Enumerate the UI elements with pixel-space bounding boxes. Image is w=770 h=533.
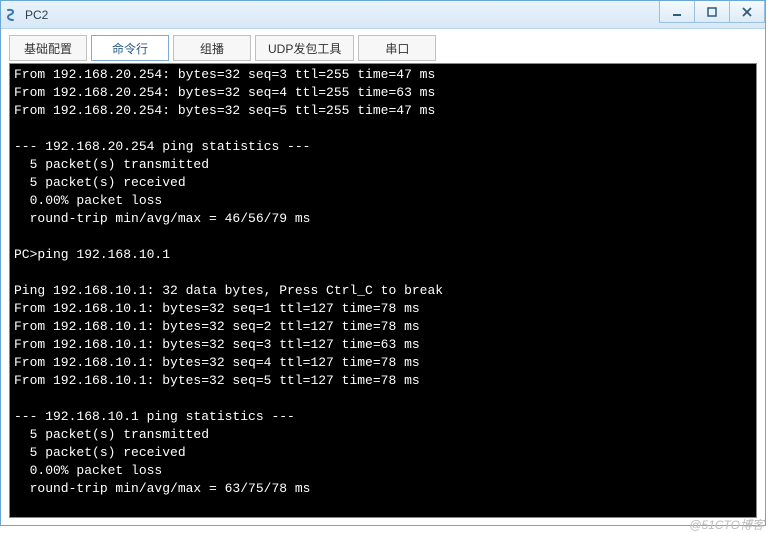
- minimize-button[interactable]: [659, 1, 695, 23]
- tab-multicast[interactable]: 组播: [173, 35, 251, 61]
- tab-command-line[interactable]: 命令行: [91, 35, 169, 61]
- watermark: @51CTO博客: [689, 516, 764, 533]
- window-title: PC2: [25, 8, 660, 22]
- close-icon: [742, 7, 752, 17]
- terminal-output[interactable]: From 192.168.20.254: bytes=32 seq=3 ttl=…: [9, 63, 757, 518]
- maximize-icon: [707, 7, 717, 17]
- tab-basic-config[interactable]: 基础配置: [9, 35, 87, 61]
- tab-serial[interactable]: 串口: [358, 35, 436, 61]
- tab-bar: 基础配置 命令行 组播 UDP发包工具 串口: [1, 29, 765, 61]
- app-icon: [5, 7, 21, 23]
- titlebar: PC2: [1, 1, 765, 29]
- close-button[interactable]: [729, 1, 765, 23]
- tab-udp-tool[interactable]: UDP发包工具: [255, 35, 354, 61]
- window-controls: [660, 1, 765, 28]
- terminal-container: From 192.168.20.254: bytes=32 seq=3 ttl=…: [1, 61, 765, 526]
- maximize-button[interactable]: [694, 1, 730, 23]
- app-window: PC2 基础配置 命令行 组播 UDP发包工具 串口 From 192.168.…: [0, 0, 766, 526]
- minimize-icon: [672, 7, 682, 17]
